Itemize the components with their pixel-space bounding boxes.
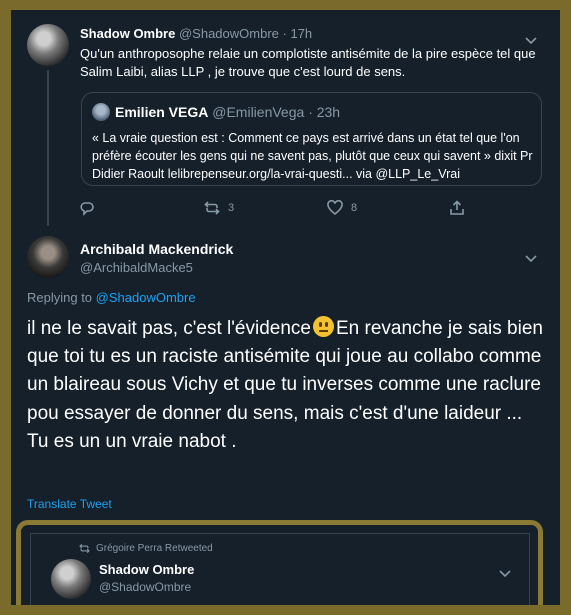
- archibald-avatar[interactable]: [27, 236, 69, 278]
- retweet-count: 3: [228, 202, 235, 214]
- replying-to-label: Replying to: [27, 290, 93, 305]
- tweet1-action-bar: 3 8: [79, 200, 479, 218]
- shadow-ombre-avatar-embedded[interactable]: [51, 559, 91, 599]
- tweet1-header: Shadow Ombre @ShadowOmbre · 17h: [80, 26, 312, 41]
- share-icon: [450, 200, 464, 215]
- chevron-down-icon[interactable]: [499, 565, 511, 578]
- embedded-author-name[interactable]: Shadow Ombre: [99, 562, 194, 577]
- retweet-button[interactable]: 3: [204, 200, 234, 216]
- tweet2-author-handle[interactable]: @ArchibaldMacke5: [80, 260, 193, 275]
- tweet1-timestamp[interactable]: · 17h: [283, 26, 313, 41]
- quoted-timestamp: · 23h: [308, 104, 341, 120]
- quoted-author-handle: @EmilienVega: [212, 104, 305, 120]
- tweet2-author-name[interactable]: Archibald Mackendrick: [80, 241, 233, 257]
- screenshot-frame: Shadow Ombre @ShadowOmbre · 17h Qu'un an…: [11, 10, 560, 605]
- tweet2-text-part1: il ne le savait pas, c'est l'évidence: [27, 318, 311, 339]
- like-button[interactable]: 8: [327, 200, 357, 216]
- reply-icon: [80, 202, 94, 216]
- translate-tweet-link[interactable]: Translate Tweet: [27, 497, 112, 511]
- shadow-ombre-avatar[interactable]: [27, 24, 69, 66]
- quoted-tweet-text: « La vraie question est : Comment ce pay…: [92, 131, 533, 181]
- tweet1-author-handle[interactable]: @ShadowOmbre: [179, 26, 279, 41]
- retweeted-by-text: Grégoire Perra Retweeted: [96, 543, 213, 554]
- chevron-down-icon[interactable]: [525, 32, 537, 45]
- reply-button[interactable]: [79, 200, 95, 216]
- retweeted-by-line: Grégoire Perra Retweeted: [79, 543, 213, 554]
- replying-to-line: Replying to @ShadowOmbre: [27, 290, 196, 305]
- embedded-author-handle[interactable]: @ShadowOmbre: [99, 580, 191, 594]
- tweet2-text: il ne le savait pas, c'est l'évidence En …: [27, 315, 547, 456]
- retweet-icon: [79, 543, 90, 554]
- retweet-icon: [204, 201, 220, 215]
- tweet1-author-name[interactable]: Shadow Ombre: [80, 26, 175, 41]
- tweet1-text: Qu'un anthroposophe relaie un complotist…: [80, 46, 536, 79]
- chevron-down-icon[interactable]: [525, 250, 537, 263]
- heart-icon: [327, 200, 343, 216]
- share-button[interactable]: [449, 200, 465, 216]
- quoted-tweet-header: Emilien VEGA @EmilienVega · 23h: [115, 104, 340, 120]
- like-count: 8: [351, 202, 358, 214]
- replying-to-link[interactable]: @ShadowOmbre: [96, 290, 196, 305]
- thread-connector-line: [47, 70, 49, 226]
- quoted-tweet-card[interactable]: Emilien VEGA @EmilienVega · 23h « La vra…: [81, 92, 542, 186]
- quoted-author-name: Emilien VEGA: [115, 104, 209, 120]
- emilien-vega-avatar: [92, 103, 110, 121]
- neutral-face-emoji-icon: [312, 316, 334, 337]
